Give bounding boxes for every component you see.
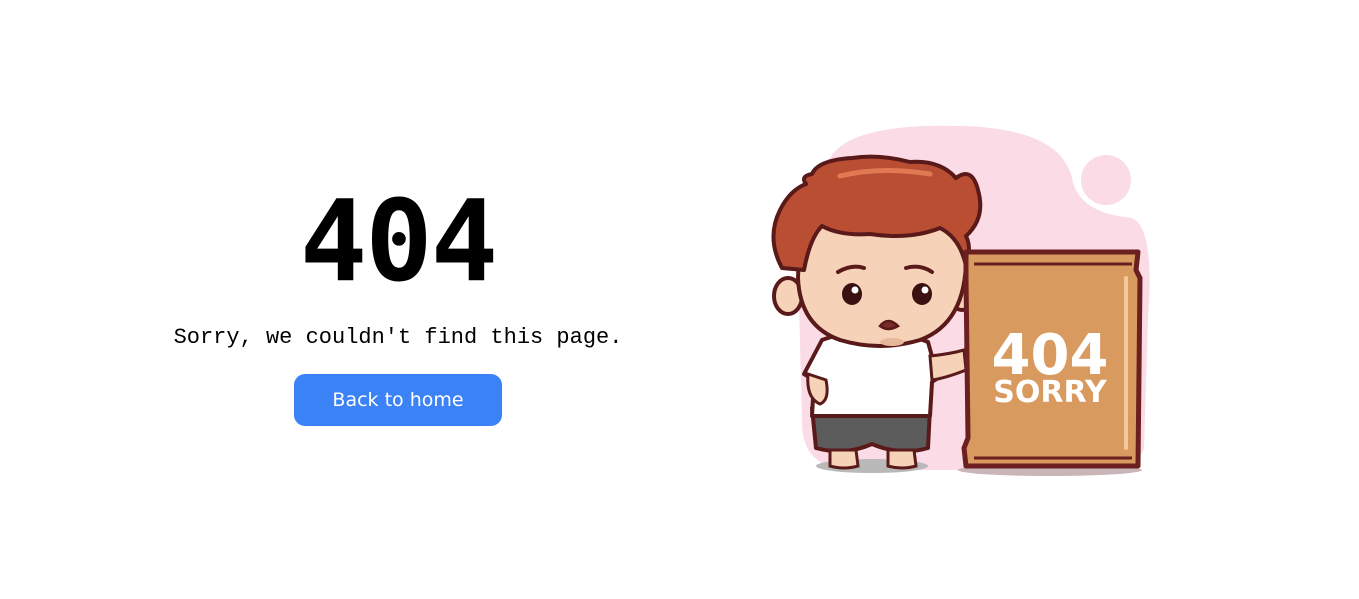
- right-eye: [912, 283, 932, 305]
- background-bubble: [1081, 155, 1131, 205]
- error-panel: 404 Sorry, we couldn't find this page. B…: [0, 0, 796, 599]
- sad-mouth: [878, 319, 901, 331]
- not-found-page: 404 Sorry, we couldn't find this page. B…: [0, 0, 1359, 599]
- error-code: 404: [299, 177, 498, 307]
- left-eye: [842, 283, 862, 305]
- sign-text-sorry: SORRY: [993, 375, 1108, 410]
- error-message: Sorry, we couldn't find this page.: [173, 325, 623, 350]
- back-to-home-button[interactable]: Back to home: [294, 374, 502, 426]
- sad-boy-illustration: 404 SORRY: [760, 118, 1160, 483]
- sad-boy-sign-image: 404 SORRY: [771, 125, 1150, 476]
